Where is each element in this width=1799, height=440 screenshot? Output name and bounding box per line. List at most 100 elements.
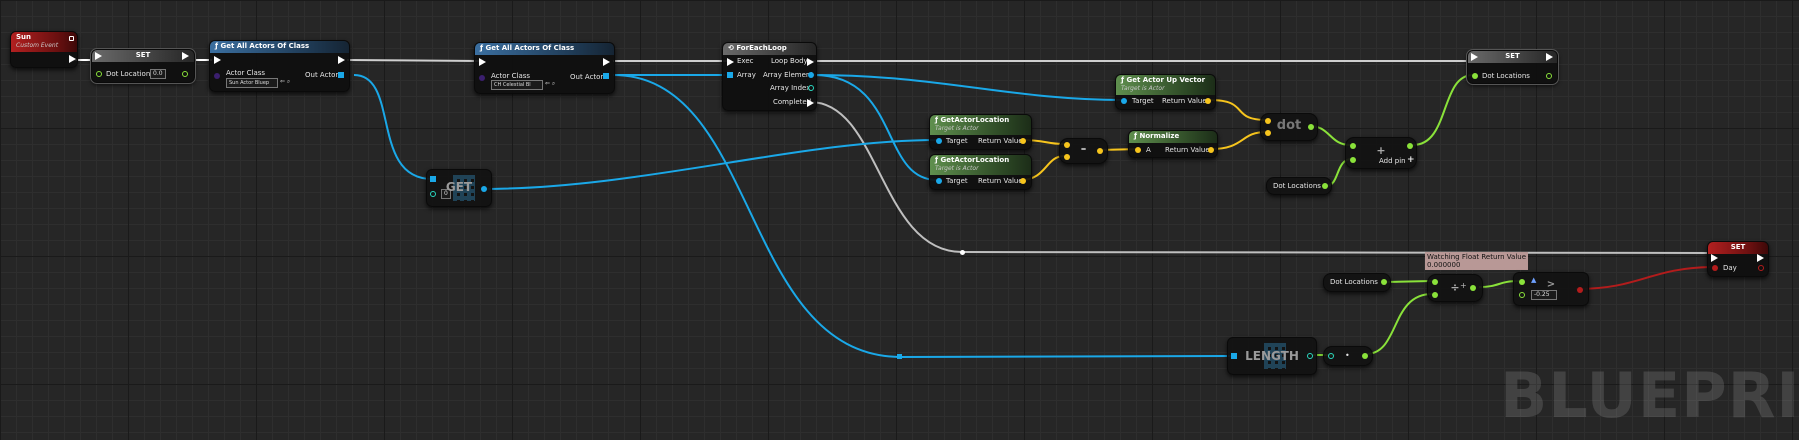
get-actor-up-vector-node[interactable]: ƒ Get Actor Up Vector Target is Actor Tar… bbox=[1115, 74, 1216, 110]
object-wire bbox=[353, 74, 433, 180]
return-value-pin[interactable] bbox=[1208, 147, 1214, 153]
exec-in-pin[interactable] bbox=[1711, 254, 1718, 262]
set-title: SET bbox=[135, 51, 151, 59]
array-get-node[interactable]: 0 GET bbox=[426, 169, 492, 207]
set-dot-locations-node-1[interactable]: SET Dot Locations 0.0 bbox=[90, 48, 196, 84]
exec-in-pin[interactable] bbox=[95, 52, 102, 60]
normalize-node[interactable]: ƒ Normalize A Return Value bbox=[1128, 130, 1218, 158]
exec-out-pin[interactable] bbox=[1757, 254, 1764, 262]
dot-locations-in-pin[interactable] bbox=[96, 71, 102, 77]
pure-function-header: ƒ Normalize bbox=[1129, 131, 1217, 143]
int-to-float-node[interactable]: • bbox=[1323, 346, 1373, 366]
result-pin[interactable] bbox=[1097, 148, 1103, 154]
node-title: Normalize bbox=[1139, 132, 1180, 140]
float-wire bbox=[1412, 74, 1474, 146]
exec-out-pin[interactable] bbox=[603, 58, 610, 66]
blueprint-graph-canvas[interactable]: Sun Custom Event SET Dot Locations 0.0 ƒ… bbox=[0, 0, 1799, 440]
target-pin[interactable] bbox=[936, 178, 942, 184]
target-pin[interactable] bbox=[936, 138, 942, 144]
actor-class-pin[interactable] bbox=[479, 75, 485, 81]
get-all-actors-node-1[interactable]: ƒ Get All Actors Of Class Actor Class Su… bbox=[209, 40, 350, 92]
b-pin[interactable] bbox=[1350, 157, 1356, 163]
sun-event-node[interactable]: Sun Custom Event bbox=[10, 31, 78, 68]
out-actors-pin[interactable] bbox=[338, 72, 344, 78]
blueprint-watermark: BLUEPRINT bbox=[1500, 359, 1799, 432]
browse-icon[interactable]: ⇐ ⌕ bbox=[280, 78, 290, 86]
completed-pin[interactable] bbox=[807, 99, 814, 107]
actor-class-dropdown[interactable]: Sun Actor Bluep bbox=[226, 78, 278, 88]
variable-out-pin[interactable] bbox=[1381, 279, 1387, 285]
set-dot-locations-node-2[interactable]: SET Dot Locations bbox=[1466, 49, 1559, 85]
foreach-loop-node[interactable]: ⟲ ForEachLoop Exec Array Loop Body Array… bbox=[722, 42, 817, 111]
b-pin[interactable] bbox=[1519, 292, 1525, 298]
return-value-pin[interactable] bbox=[1020, 178, 1026, 184]
loop-body-pin[interactable] bbox=[807, 58, 814, 66]
array-element-label: Array Element bbox=[763, 71, 814, 79]
length-out-pin[interactable] bbox=[1307, 353, 1313, 359]
add-pin-plus-icon[interactable]: + bbox=[1407, 155, 1415, 165]
dot-locations-in-pin[interactable] bbox=[1472, 73, 1478, 79]
get-actor-location-node-2[interactable]: ƒ GetActorLocation Target is Actor Target… bbox=[929, 154, 1032, 190]
out-actors-label: Out Actors bbox=[305, 71, 342, 79]
dot-locations-value-field[interactable]: 0.0 bbox=[150, 69, 166, 79]
exec-in-pin[interactable] bbox=[214, 56, 221, 64]
return-value-pin[interactable] bbox=[1020, 138, 1026, 144]
exec-in-pin[interactable] bbox=[1471, 53, 1478, 61]
add-pin-label[interactable]: Add pin bbox=[1379, 157, 1406, 165]
dot-locations-variable-1[interactable]: Dot Locations bbox=[1266, 177, 1332, 195]
vector-wire bbox=[1210, 131, 1267, 150]
target-pin[interactable] bbox=[1121, 98, 1127, 104]
result-pin[interactable] bbox=[1470, 285, 1476, 291]
day-in-pin[interactable] bbox=[1712, 265, 1718, 271]
result-pin[interactable] bbox=[1577, 287, 1583, 293]
array-length-node[interactable]: LENGTH bbox=[1227, 337, 1317, 375]
exec-in-pin[interactable] bbox=[727, 58, 734, 66]
array-element-pin[interactable] bbox=[808, 72, 814, 78]
result-pin[interactable] bbox=[481, 186, 487, 192]
result-pin[interactable] bbox=[1308, 124, 1314, 130]
delegate-pin[interactable] bbox=[69, 36, 74, 41]
day-out-pin[interactable] bbox=[1758, 265, 1764, 271]
reroute-exec[interactable] bbox=[960, 250, 965, 255]
array-index-pin[interactable] bbox=[808, 85, 814, 91]
add-pin-plus-icon[interactable]: + bbox=[1460, 281, 1467, 290]
out-actors-pin[interactable] bbox=[603, 73, 609, 79]
exec-out-pin[interactable] bbox=[69, 55, 76, 63]
return-value-pin[interactable] bbox=[1205, 98, 1211, 104]
subtract-node[interactable]: - bbox=[1059, 138, 1108, 164]
variable-out-pin[interactable] bbox=[1322, 183, 1328, 189]
node-title: Get Actor Up Vector bbox=[1126, 76, 1206, 84]
divide-node[interactable]: ÷ + bbox=[1427, 274, 1483, 302]
float-out-pin[interactable] bbox=[1362, 353, 1368, 359]
exec-in-pin[interactable] bbox=[479, 58, 486, 66]
float-wire bbox=[1365, 293, 1433, 355]
exec-out-pin[interactable] bbox=[182, 52, 189, 60]
b-value-field[interactable]: -0.25 bbox=[1531, 290, 1557, 300]
array-in-pin[interactable] bbox=[1231, 353, 1237, 359]
reroute-object[interactable] bbox=[897, 354, 902, 359]
get-actor-location-node-1[interactable]: ƒ GetActorLocation Target is Actor Target… bbox=[929, 114, 1032, 150]
get-all-actors-node-2[interactable]: ƒ Get All Actors Of Class Actor Class CH… bbox=[474, 42, 615, 94]
exec-out-pin[interactable] bbox=[1546, 53, 1553, 61]
result-pin[interactable] bbox=[1407, 143, 1413, 149]
dot-locations-out-pin[interactable] bbox=[1546, 73, 1552, 79]
actor-class-pin[interactable] bbox=[214, 73, 220, 79]
dot-locations-variable-2[interactable]: Dot Locations bbox=[1323, 273, 1391, 292]
int-in-pin[interactable] bbox=[1328, 353, 1334, 359]
greater-than-node[interactable]: ▲ -0.25 > bbox=[1513, 272, 1589, 306]
add-node[interactable]: + Add pin + bbox=[1345, 137, 1417, 169]
event-subtitle: Custom Event bbox=[16, 42, 59, 49]
dot-locations-out-pin[interactable] bbox=[182, 71, 188, 77]
day-label: Day bbox=[1723, 264, 1737, 272]
set-day-node[interactable]: SET Day bbox=[1707, 241, 1769, 277]
actor-class-dropdown[interactable]: CH Celestial Bl bbox=[491, 80, 543, 90]
dot-product-node[interactable]: dot bbox=[1260, 113, 1318, 141]
completed-label: Completed bbox=[773, 98, 812, 106]
set-header: SET bbox=[1468, 51, 1557, 63]
a-pin[interactable] bbox=[1135, 147, 1141, 153]
browse-icon[interactable]: ⇐ ⌕ bbox=[545, 80, 555, 88]
array-in-pin[interactable] bbox=[727, 72, 733, 78]
exec-label: Exec bbox=[737, 57, 754, 65]
pure-function-header: ƒ Get Actor Up Vector Target is Actor bbox=[1116, 75, 1215, 95]
exec-out-pin[interactable] bbox=[338, 56, 345, 64]
